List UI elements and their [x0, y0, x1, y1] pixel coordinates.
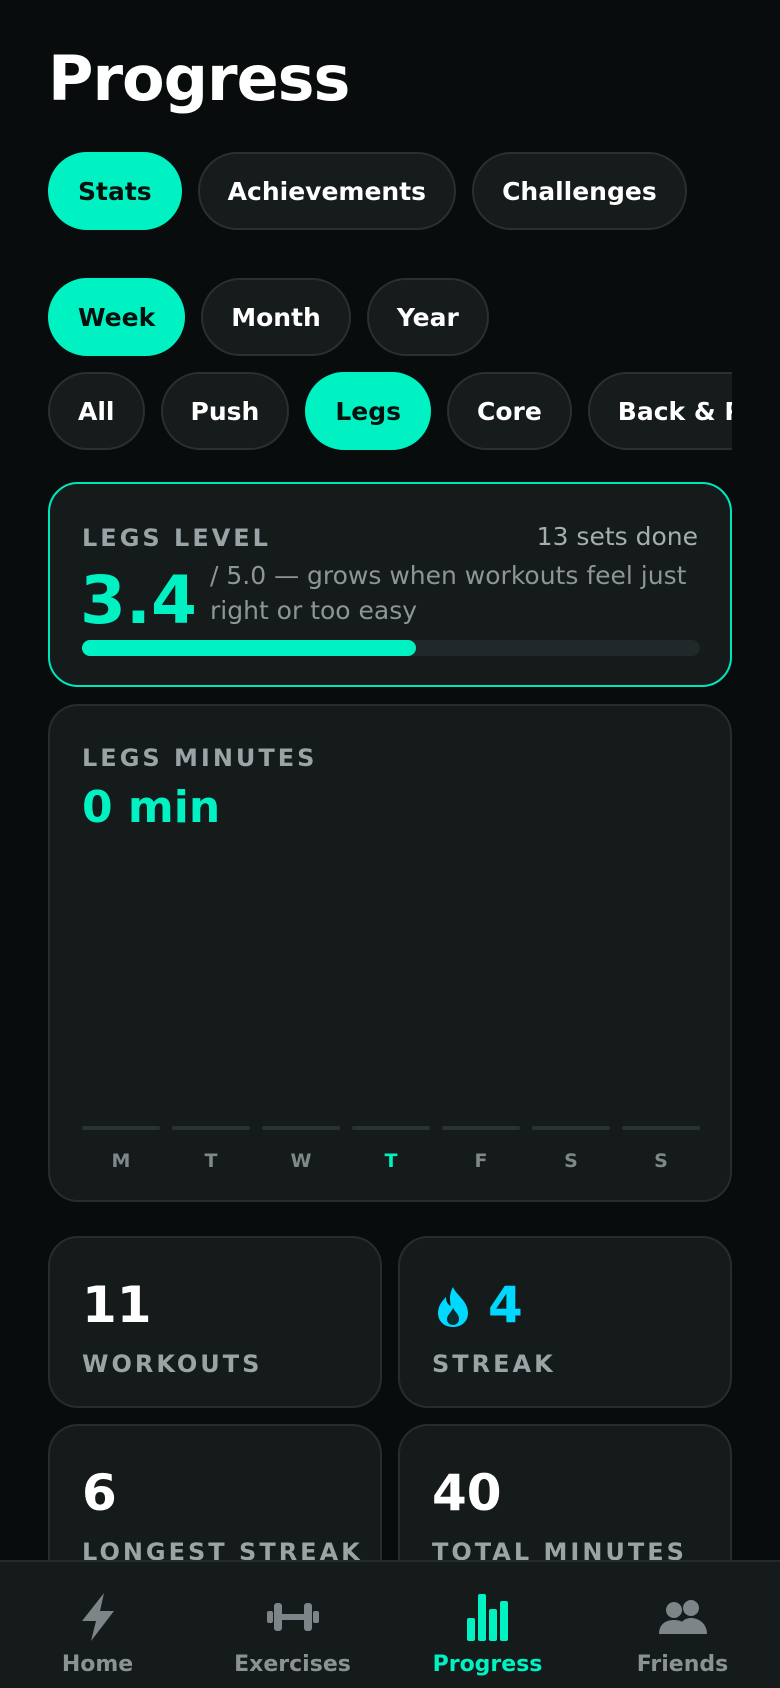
- nav-friends[interactable]: Friends: [585, 1562, 780, 1688]
- level-description: / 5.0 — grows when workouts feel just ri…: [210, 561, 687, 625]
- streak-value: 4: [488, 1276, 523, 1334]
- day-bar: [82, 1126, 160, 1130]
- day-bar: [532, 1126, 610, 1130]
- minutes-label: LEGS MINUTES: [82, 744, 318, 772]
- longest-streak-value: 6: [82, 1464, 117, 1522]
- nav-friends-label: Friends: [636, 1652, 729, 1677]
- day-column: M: [82, 1126, 160, 1172]
- category-filter: All Push Legs Core Back & Posture: [48, 372, 732, 452]
- level-card: LEGS LEVEL 13 sets done 3.4 / 5.0 — grow…: [48, 482, 732, 687]
- workouts-value: 11: [82, 1276, 152, 1334]
- day-label: T: [204, 1150, 218, 1172]
- period-year[interactable]: Year: [366, 278, 489, 356]
- section-tabs: Stats Achievements Challenges: [48, 152, 687, 230]
- tab-achievements[interactable]: Achievements: [197, 152, 457, 230]
- level-value: 3.4: [80, 562, 197, 639]
- dumbbell-icon: [266, 1592, 319, 1642]
- bar-chart-icon: [466, 1592, 510, 1642]
- level-progress-fill: [82, 640, 416, 656]
- day-bar: [172, 1126, 250, 1130]
- tab-challenges[interactable]: Challenges: [472, 152, 687, 230]
- category-push[interactable]: Push: [160, 372, 290, 450]
- level-progress-bar: [82, 640, 700, 656]
- day-column: T: [172, 1126, 250, 1172]
- category-all[interactable]: All: [48, 372, 145, 450]
- tab-stats[interactable]: Stats: [48, 152, 182, 230]
- level-label: LEGS LEVEL: [82, 524, 271, 552]
- day-bar: [352, 1126, 430, 1130]
- bolt-icon: [78, 1592, 118, 1642]
- streak-label: STREAK: [432, 1350, 556, 1378]
- day-column: W: [262, 1126, 340, 1172]
- period-month[interactable]: Month: [201, 278, 351, 356]
- minutes-card: LEGS MINUTES 0 min M T W T F S S: [48, 704, 732, 1202]
- day-bar: [442, 1126, 520, 1130]
- period-selector: Week Month Year: [48, 278, 489, 356]
- nav-exercises-label: Exercises: [234, 1652, 351, 1677]
- day-column: F: [442, 1126, 520, 1172]
- sets-done: 13 sets done: [536, 522, 698, 551]
- day-label: S: [654, 1150, 668, 1172]
- day-bar: [262, 1126, 340, 1130]
- day-label: M: [111, 1150, 131, 1172]
- people-icon: [658, 1592, 708, 1642]
- flame-icon: [438, 1287, 468, 1327]
- day-column: S: [532, 1126, 610, 1172]
- day-label: W: [290, 1150, 312, 1172]
- day-bar: [622, 1126, 700, 1130]
- day-column: S: [622, 1126, 700, 1172]
- workouts-label: WORKOUTS: [82, 1350, 263, 1378]
- category-legs[interactable]: Legs: [305, 372, 431, 450]
- nav-progress[interactable]: Progress: [390, 1562, 585, 1688]
- stat-workouts: 11 WORKOUTS: [48, 1236, 382, 1408]
- total-minutes-value: 40: [432, 1464, 502, 1522]
- day-column: T: [352, 1126, 430, 1172]
- nav-home-label: Home: [61, 1652, 134, 1677]
- minutes-chart: MTWTFSS: [82, 1126, 700, 1172]
- day-label: T: [384, 1150, 398, 1172]
- nav-exercises[interactable]: Exercises: [195, 1562, 390, 1688]
- day-label: S: [564, 1150, 578, 1172]
- category-back-posture[interactable]: Back & Posture: [587, 372, 732, 450]
- day-label: F: [474, 1150, 488, 1172]
- nav-home[interactable]: Home: [0, 1562, 195, 1688]
- minutes-value: 0 min: [82, 782, 221, 833]
- page-title: Progress: [48, 42, 350, 115]
- bottom-nav: Home Exercises Progress Friends: [0, 1560, 780, 1688]
- period-week[interactable]: Week: [48, 278, 186, 356]
- nav-progress-label: Progress: [432, 1652, 543, 1677]
- stat-streak: 4 STREAK: [398, 1236, 732, 1408]
- category-core[interactable]: Core: [446, 372, 572, 450]
